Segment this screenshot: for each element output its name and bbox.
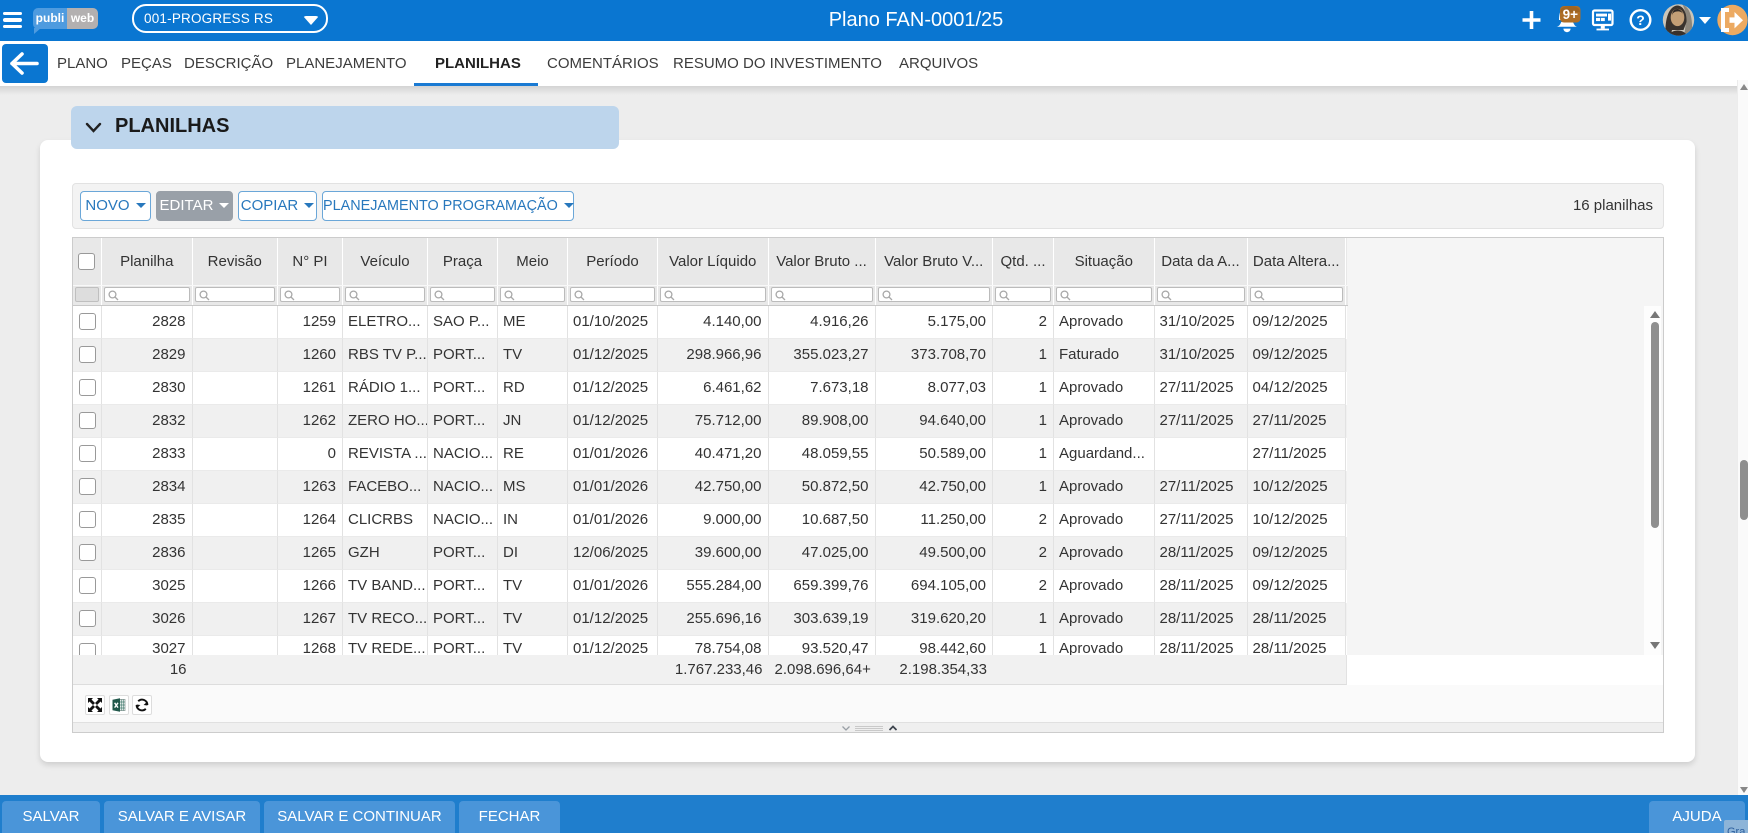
svg-text:9+: 9+: [1563, 7, 1579, 22]
